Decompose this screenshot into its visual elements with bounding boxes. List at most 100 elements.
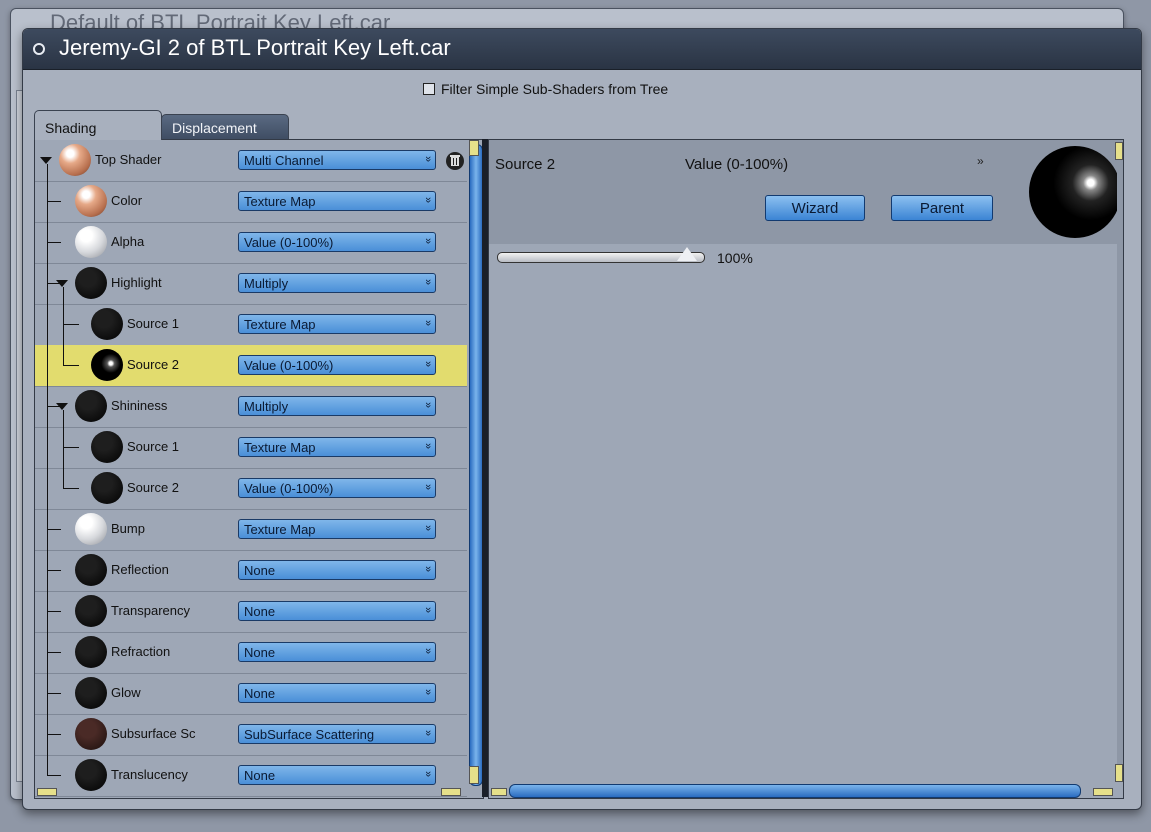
slider-thumb[interactable] <box>677 247 697 261</box>
dropdown-value: Multi Channel <box>244 153 324 168</box>
chevron-down-icon: » <box>421 360 434 368</box>
tree-row[interactable]: Transparency None » <box>35 591 467 633</box>
shader-type-dropdown[interactable]: None » <box>238 560 436 580</box>
shader-detail-panel: Source 2 Value (0-100%) » Wizard Parent … <box>488 139 1124 799</box>
shader-ball-icon <box>75 513 107 545</box>
filter-label: Filter Simple Sub-Shaders from Tree <box>441 81 669 97</box>
tree-connector <box>47 529 61 530</box>
wizard-button[interactable]: Wizard <box>765 195 865 221</box>
tree-row-label: Translucency <box>111 767 188 782</box>
node-type: Value (0-100%) <box>685 156 789 173</box>
tree-row[interactable]: Bump Texture Map » <box>35 509 467 551</box>
tree-connector <box>47 201 61 202</box>
shader-type-dropdown[interactable]: None » <box>238 601 436 621</box>
dropdown-value: None <box>244 686 276 701</box>
shader-type-dropdown[interactable]: Texture Map » <box>238 314 436 334</box>
shader-type-dropdown[interactable]: Multiply » <box>238 396 436 416</box>
chevron-down-icon: » <box>421 770 434 778</box>
shader-type-dropdown[interactable]: None » <box>238 642 436 662</box>
tree-row[interactable]: Shininess Multiply » <box>35 386 467 428</box>
shader-ball-icon <box>91 431 123 463</box>
chevron-down-icon: » <box>421 196 434 204</box>
shader-ball-icon <box>91 349 123 381</box>
chevron-down-icon: » <box>421 606 434 614</box>
tree-row[interactable]: Source 2 Value (0-100%) » <box>35 345 467 387</box>
tab-shading[interactable]: Shading <box>34 110 162 140</box>
dropdown-value: None <box>244 604 276 619</box>
tree-row-label: Refraction <box>111 644 171 659</box>
filter-option[interactable]: Filter Simple Sub-Shaders from Tree <box>423 80 668 98</box>
chevron-down-icon: » <box>421 278 434 286</box>
tree-row[interactable]: Translucency None » <box>35 755 467 797</box>
scroll-bottom-cap <box>469 766 479 784</box>
shader-type-dropdown[interactable]: Texture Map » <box>238 191 436 211</box>
chevron-down-icon: » <box>421 565 434 573</box>
shader-ball-icon <box>75 390 107 422</box>
tree-row[interactable]: Highlight Multiply » <box>35 263 467 305</box>
trash-icon[interactable] <box>446 151 464 171</box>
chevron-down-icon: » <box>421 401 434 409</box>
expand-arrow-icon[interactable] <box>40 157 52 164</box>
detail-scrollbar-track[interactable] <box>1117 140 1123 780</box>
shader-type-dropdown[interactable]: Texture Map » <box>238 519 436 539</box>
tree-row[interactable]: Source 1 Texture Map » <box>35 304 467 346</box>
value-slider[interactable] <box>497 252 705 263</box>
tree-row[interactable]: Subsurface Sc SubSurface Scattering » <box>35 714 467 756</box>
dropdown-value: Texture Map <box>244 317 316 332</box>
expand-arrow-icon[interactable] <box>56 403 68 410</box>
tree-connector <box>63 324 79 325</box>
shader-ball-icon <box>75 718 107 750</box>
shader-type-dropdown[interactable]: Multi Channel » <box>238 150 436 170</box>
dropdown-value: SubSurface Scattering <box>244 727 375 742</box>
chevron-down-icon: » <box>421 688 434 696</box>
tree-row[interactable]: Refraction None » <box>35 632 467 674</box>
tree-row[interactable]: Color Texture Map » <box>35 181 467 223</box>
tree-branch-line <box>63 410 64 488</box>
parent-button[interactable]: Parent <box>891 195 993 221</box>
tree-row[interactable]: Alpha Value (0-100%) » <box>35 222 467 264</box>
shader-type-dropdown[interactable]: SubSurface Scattering » <box>238 724 436 744</box>
tree-row[interactable]: Glow None » <box>35 673 467 715</box>
chevron-down-icon: » <box>421 729 434 737</box>
shader-preview <box>1029 146 1121 238</box>
tree-connector <box>47 734 61 735</box>
tree-connector <box>63 365 79 366</box>
shader-type-dropdown[interactable]: Value (0-100%) » <box>238 232 436 252</box>
shader-type-dropdown[interactable]: Multiply » <box>238 273 436 293</box>
chevron-down-icon: » <box>421 524 434 532</box>
tree-row-label: Transparency <box>111 603 190 618</box>
tree-row[interactable]: Reflection None » <box>35 550 467 592</box>
dropdown-value: Value (0-100%) <box>244 235 334 250</box>
shader-type-dropdown[interactable]: Texture Map » <box>238 437 436 457</box>
tree-scrollbar-thumb[interactable] <box>469 144 483 786</box>
shader-type-dropdown[interactable]: Value (0-100%) » <box>238 478 436 498</box>
tree-row-label: Top Shader <box>95 152 162 167</box>
tree-row-label: Glow <box>111 685 141 700</box>
dropdown-value: Texture Map <box>244 522 316 537</box>
shader-type-dropdown[interactable]: None » <box>238 765 436 785</box>
chevron-down-icon: » <box>421 483 434 491</box>
expand-arrow-icon[interactable] <box>56 280 68 287</box>
shader-ball-icon <box>75 267 107 299</box>
tree-connector <box>47 242 61 243</box>
chevron-down-icon: » <box>421 155 434 163</box>
filter-checkbox[interactable] <box>423 83 435 95</box>
shader-type-dropdown[interactable]: Value (0-100%) » <box>238 355 436 375</box>
tree-row[interactable]: Top Shader Multi Channel » <box>35 140 467 182</box>
close-icon[interactable] <box>33 43 45 55</box>
shader-ball-icon <box>75 554 107 586</box>
chevron-down-icon[interactable]: » <box>977 154 984 168</box>
chevron-down-icon: » <box>421 442 434 450</box>
shader-ball-icon <box>75 226 107 258</box>
tree-row-label: Color <box>111 193 143 208</box>
shader-type-dropdown[interactable]: None » <box>238 683 436 703</box>
shader-ball-icon <box>59 144 91 176</box>
shader-tree-panel: Top Shader Multi Channel » Color Texture Map… <box>34 139 484 799</box>
scroll-top-cap <box>469 140 479 156</box>
detail-hscrollbar-thumb[interactable] <box>509 784 1081 798</box>
tab-displacement[interactable]: Displacement <box>161 114 289 140</box>
title-bar[interactable]: Jeremy-GI 2 of BTL Portrait Key Left.car <box>23 29 1141 70</box>
tree-row-label: Highlight <box>111 275 162 290</box>
tree-row[interactable]: Source 1 Texture Map » <box>35 427 467 469</box>
tree-row[interactable]: Source 2 Value (0-100%) » <box>35 468 467 510</box>
